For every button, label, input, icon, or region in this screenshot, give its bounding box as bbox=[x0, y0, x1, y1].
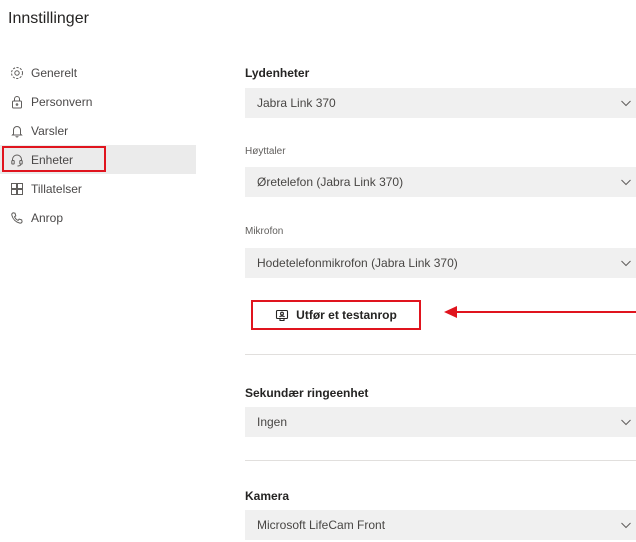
apps-icon bbox=[10, 182, 24, 196]
nav-item-varsler[interactable]: Varsler bbox=[0, 116, 196, 145]
nav-item-anrop[interactable]: Anrop bbox=[0, 203, 196, 232]
chevron-down-icon bbox=[621, 100, 631, 107]
camera-title: Kamera bbox=[245, 489, 290, 503]
gear-icon bbox=[10, 66, 24, 80]
secondary-ringer-select[interactable]: Ingen bbox=[245, 407, 636, 437]
page-title: Innstillinger bbox=[8, 10, 89, 27]
camera-select[interactable]: Microsoft LifeCam Front bbox=[245, 510, 636, 540]
chevron-down-icon bbox=[621, 419, 631, 426]
nav-item-label: Anrop bbox=[31, 210, 64, 225]
chevron-down-icon bbox=[621, 179, 631, 186]
nav-item-label: Enheter bbox=[31, 152, 74, 167]
nav-item-label: Generelt bbox=[31, 65, 78, 80]
divider bbox=[245, 460, 636, 461]
microphone-label: Mikrofon bbox=[245, 226, 284, 237]
audio-device-value: Jabra Link 370 bbox=[257, 96, 336, 110]
bell-icon bbox=[10, 124, 24, 138]
chevron-down-icon bbox=[621, 522, 631, 529]
test-call-label: Utfør et testanrop bbox=[296, 308, 397, 322]
settings-nav: Generelt Personvern Varsler Enheter Till… bbox=[0, 58, 196, 232]
nav-item-personvern[interactable]: Personvern bbox=[0, 87, 196, 116]
headset-icon bbox=[10, 153, 24, 167]
divider bbox=[245, 354, 636, 355]
chevron-down-icon bbox=[621, 260, 631, 267]
nav-item-label: Personvern bbox=[31, 94, 93, 109]
devices-panel: Lydenheter Jabra Link 370 Høyttaler Øret… bbox=[245, 0, 636, 542]
audio-devices-title: Lydenheter bbox=[245, 66, 310, 80]
microphone-value: Hodetelefonmikrofon (Jabra Link 370) bbox=[257, 256, 458, 270]
secondary-ringer-title: Sekundær ringeenhet bbox=[245, 386, 369, 400]
test-call-icon bbox=[275, 308, 289, 322]
secondary-ringer-value: Ingen bbox=[257, 415, 288, 429]
speaker-select[interactable]: Øretelefon (Jabra Link 370) bbox=[245, 167, 636, 197]
nav-item-tillatelser[interactable]: Tillatelser bbox=[0, 174, 196, 203]
audio-device-select[interactable]: Jabra Link 370 bbox=[245, 88, 636, 118]
annotation-arrow bbox=[444, 306, 636, 318]
camera-value: Microsoft LifeCam Front bbox=[257, 518, 386, 532]
test-call-button[interactable]: Utfør et testanrop bbox=[251, 300, 421, 330]
lock-icon bbox=[10, 95, 24, 109]
nav-item-enheter[interactable]: Enheter bbox=[0, 145, 196, 174]
nav-item-generelt[interactable]: Generelt bbox=[0, 58, 196, 87]
nav-item-label: Varsler bbox=[31, 123, 69, 138]
nav-item-label: Tillatelser bbox=[31, 181, 82, 196]
speaker-value: Øretelefon (Jabra Link 370) bbox=[257, 175, 404, 189]
microphone-select[interactable]: Hodetelefonmikrofon (Jabra Link 370) bbox=[245, 248, 636, 278]
speaker-label: Høyttaler bbox=[245, 146, 286, 157]
phone-icon bbox=[10, 211, 24, 225]
